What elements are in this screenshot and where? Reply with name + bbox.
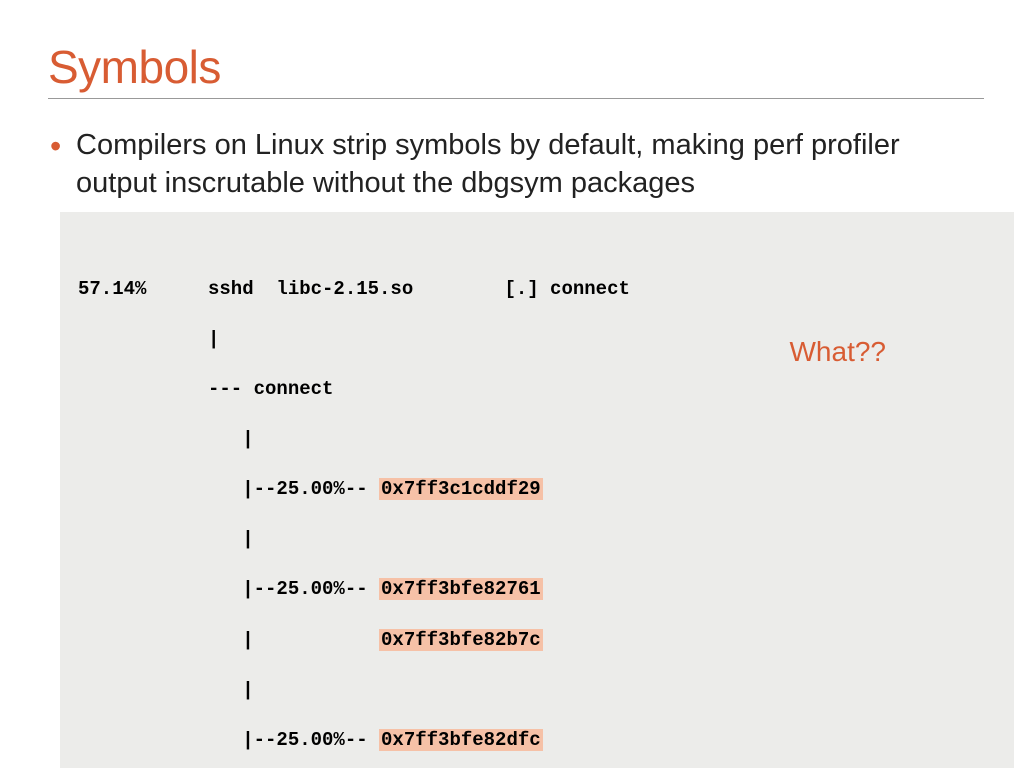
code-line-6: | <box>78 527 994 552</box>
code-pct: 57.14% <box>78 277 208 302</box>
code-l7a: |--25.00%-- <box>208 578 379 600</box>
code-line-8: | 0x7ff3bfe82b7c <box>78 628 994 653</box>
code-line-3: --- connect <box>78 377 994 402</box>
what-annotation: What?? <box>790 334 887 371</box>
code-l5a: |--25.00%-- <box>208 478 379 500</box>
bullet-1-text: Compilers on Linux strip symbols by defa… <box>76 129 900 199</box>
slide: Symbols Compilers on Linux strip symbols… <box>0 0 1024 768</box>
code-l10a: |--25.00%-- <box>208 729 379 751</box>
code-line-5: |--25.00%-- 0x7ff3c1cddf29 <box>78 477 994 502</box>
code-line-9: | <box>78 678 994 703</box>
addr-1: 0x7ff3c1cddf29 <box>379 478 543 500</box>
code-l3: --- connect <box>208 377 333 402</box>
bullet-1: Compilers on Linux strip symbols by defa… <box>48 127 984 768</box>
code-head: sshd libc-2.15.so [.] connect <box>208 277 755 302</box>
code-l6: | <box>208 527 368 552</box>
bullet-list: Compilers on Linux strip symbols by defa… <box>48 127 984 768</box>
slide-title: Symbols <box>48 40 984 94</box>
code-l4: | <box>208 427 368 452</box>
code-l2: | <box>208 327 333 352</box>
code-line-10: |--25.00%-- 0x7ff3bfe82dfc <box>78 728 994 753</box>
addr-4: 0x7ff3bfe82dfc <box>379 729 543 751</box>
title-rule <box>48 98 984 99</box>
addr-2: 0x7ff3bfe82761 <box>379 578 543 600</box>
code-l9: | <box>208 678 368 703</box>
code-line-4: | <box>78 427 994 452</box>
code-line-1: 57.14%sshd libc-2.15.so [.] connect <box>78 277 994 302</box>
code-l8a: | <box>208 629 379 651</box>
code-line-7: |--25.00%-- 0x7ff3bfe82761 <box>78 577 994 602</box>
addr-3: 0x7ff3bfe82b7c <box>379 629 543 651</box>
perf-output-block: What?? 57.14%sshd libc-2.15.so [.] conne… <box>60 212 1014 768</box>
